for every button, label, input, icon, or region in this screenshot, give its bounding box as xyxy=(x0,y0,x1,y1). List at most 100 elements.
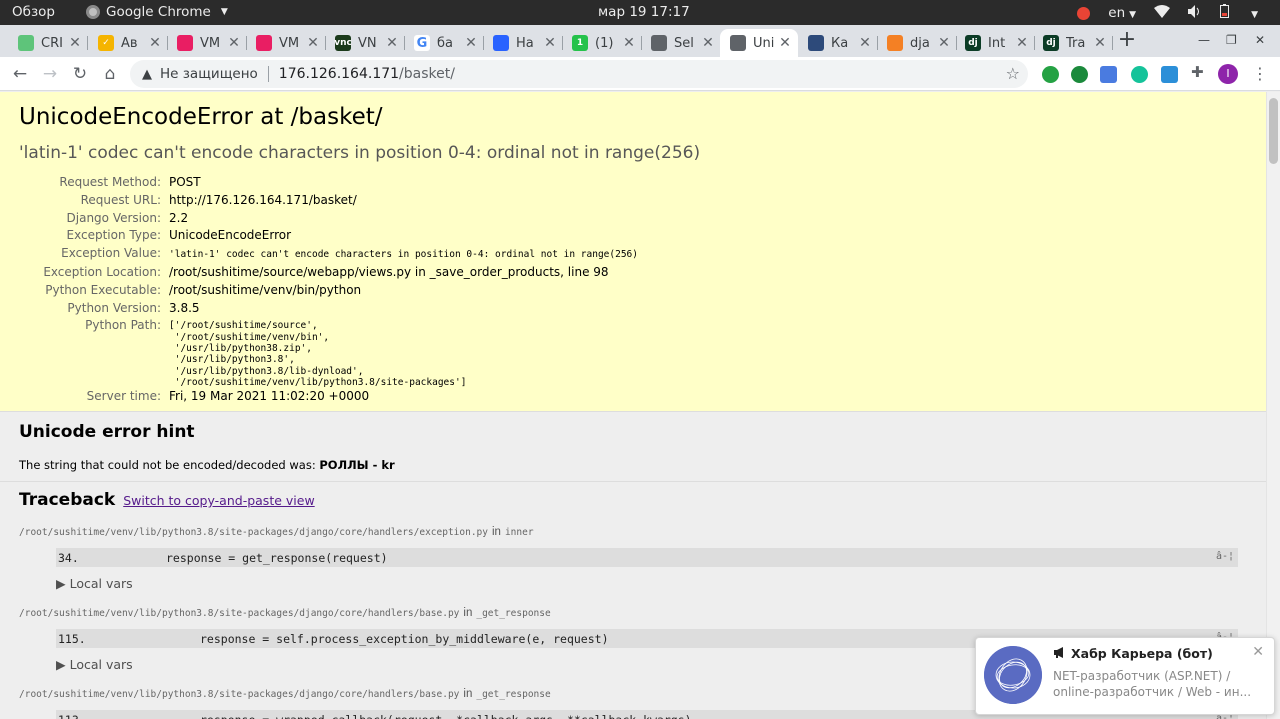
new-tab-button[interactable]: + xyxy=(1117,29,1137,51)
tab-title: CRI xyxy=(41,35,63,51)
close-icon[interactable]: ✕ xyxy=(68,35,82,51)
tab-favicon-icon xyxy=(730,35,746,51)
meta-value: 'latin-1' codec can't encode characters … xyxy=(169,249,638,261)
browser-tab[interactable]: Gба ✕ xyxy=(404,29,484,57)
meta-row: Python Path: ['/root/sushitime/source', '… xyxy=(19,317,638,388)
browser-tab[interactable]: VM ✕ xyxy=(246,29,326,57)
system-top-bar: Обзор Google Chrome ▼ мар 19 17:17 en ▼ ▼ xyxy=(0,0,1280,25)
traceback-title: Traceback xyxy=(19,490,116,510)
activities-button[interactable]: Обзор xyxy=(12,4,55,20)
system-tray[interactable]: en ▼ ▼ xyxy=(1077,4,1258,22)
tab-title: ба xyxy=(437,35,453,51)
browser-tab[interactable]: Uni ✕ xyxy=(720,29,798,57)
error-summary: UnicodeEncodeError at /basket/ 'latin-1'… xyxy=(0,92,1266,412)
translate-extension-icon[interactable] xyxy=(1100,66,1117,83)
browser-tab[interactable]: CRI ✕ xyxy=(8,29,88,57)
browser-tab[interactable]: dja ✕ xyxy=(877,29,957,57)
browser-tab[interactable]: VM ✕ xyxy=(167,29,247,57)
address-bar[interactable]: ▲ Не защищено 176.126.164.171/basket/ ☆ xyxy=(130,60,1028,88)
battery-icon[interactable] xyxy=(1220,4,1230,22)
browser-tab[interactable]: 1 (1) ✕ xyxy=(562,29,642,57)
tab-title: Int xyxy=(988,35,1006,51)
close-icon[interactable]: ✕ xyxy=(1015,35,1029,51)
close-icon[interactable]: ✕ xyxy=(543,35,557,51)
close-icon[interactable]: ✕ xyxy=(701,35,715,51)
grammarly-extension-icon[interactable] xyxy=(1131,66,1148,83)
url-host[interactable]: 176.126.164.171 xyxy=(279,66,399,82)
app-name: Google Chrome xyxy=(106,4,211,20)
tab-favicon-icon xyxy=(808,35,824,51)
bookmark-star-icon[interactable]: ☆ xyxy=(1006,64,1020,83)
close-icon[interactable]: ✕ xyxy=(622,35,636,51)
close-icon[interactable]: ✕ xyxy=(858,35,872,51)
browser-tab[interactable]: Sel ✕ xyxy=(641,29,721,57)
warning-icon[interactable]: ▲ xyxy=(142,67,152,82)
expand-context-icon[interactable]: â-¦ xyxy=(1216,551,1234,562)
chevron-down-icon: ▼ xyxy=(1251,10,1258,20)
tab-title: VM xyxy=(200,35,221,51)
chrome-menu-icon[interactable]: ⋮ xyxy=(1252,64,1268,83)
scrollbar-thumb[interactable] xyxy=(1269,98,1278,164)
frame-file-path: /root/sushitime/venv/lib/python3.8/site-… xyxy=(19,607,1247,619)
meta-value: /root/sushitime/source/webapp/views.py i… xyxy=(169,264,609,279)
browser-tab[interactable]: ✓ Ав ✕ xyxy=(88,29,168,57)
switch-to-copy-paste-link[interactable]: Switch to copy-and-paste view xyxy=(123,493,314,508)
security-label[interactable]: Не защищено xyxy=(160,66,258,82)
back-button[interactable]: ← xyxy=(9,63,31,85)
home-button[interactable]: ⌂ xyxy=(99,63,121,85)
tab-title: Tra xyxy=(1066,35,1086,51)
volume-icon[interactable] xyxy=(1188,4,1202,22)
close-window-button[interactable]: ✕ xyxy=(1255,33,1265,47)
meta-value: POST xyxy=(169,175,201,189)
meta-row: Exception Value: 'latin-1' codec can't en… xyxy=(19,245,638,264)
url-path[interactable]: /basket/ xyxy=(399,66,455,82)
close-icon[interactable]: ✕ xyxy=(227,35,241,51)
close-icon[interactable]: ✕ xyxy=(306,35,320,51)
code-context-line[interactable]: 34. response = get_response(request) â-¦ xyxy=(56,548,1238,567)
forward-button[interactable]: → xyxy=(39,63,61,85)
notification-line: NET-разработчик (ASP.NET) / xyxy=(1053,669,1231,683)
browser-tab[interactable]: dj Tra ✕ xyxy=(1033,29,1113,57)
page-scrollbar[interactable] xyxy=(1266,92,1280,719)
power-menu-icon[interactable]: ▼ xyxy=(1247,5,1258,21)
restore-button[interactable]: ❐ xyxy=(1226,33,1237,47)
screenshot-extension-icon[interactable] xyxy=(1161,66,1178,83)
language-indicator[interactable]: en ▼ xyxy=(1108,5,1136,21)
meta-row: Django Version: 2.2 xyxy=(19,210,638,228)
close-icon[interactable]: ✕ xyxy=(148,35,162,51)
reload-button[interactable]: ↻ xyxy=(69,63,91,85)
tab-favicon-icon: 1 xyxy=(572,35,588,51)
wifi-icon[interactable] xyxy=(1154,4,1171,22)
clock[interactable]: мар 19 17:17 xyxy=(598,4,690,20)
app-menu[interactable]: Google Chrome ▼ xyxy=(86,4,228,20)
tab-title: (1) xyxy=(595,35,614,51)
extensions-puzzle-icon[interactable]: ✚ xyxy=(1191,63,1208,81)
megaphone-icon xyxy=(1054,646,1066,661)
telegram-notification[interactable]: Хабр Карьера (бот) NET-разработчик (ASP.… xyxy=(975,637,1275,715)
browser-tab[interactable]: dj Int ✕ xyxy=(955,29,1035,57)
frame-in-label: in xyxy=(492,526,501,538)
close-icon[interactable]: ✕ xyxy=(778,35,792,51)
local-vars-toggle[interactable]: ▶ Local vars xyxy=(56,576,1247,591)
tab-favicon-icon xyxy=(256,35,272,51)
close-icon[interactable]: ✕ xyxy=(937,35,951,51)
tray-app-icon[interactable] xyxy=(1077,6,1091,20)
browser-toolbar: ← → ↻ ⌂ ▲ Не защищено 176.126.164.171/ba… xyxy=(0,57,1280,91)
browser-tab[interactable]: vnc VN ✕ xyxy=(325,29,405,57)
close-icon[interactable]: ✕ xyxy=(385,35,399,51)
close-icon[interactable]: ✕ xyxy=(1093,35,1107,51)
close-icon[interactable]: ✕ xyxy=(1252,644,1264,660)
profile-avatar[interactable]: I xyxy=(1218,64,1238,84)
meta-label: Python Executable: xyxy=(45,282,161,297)
browser-tab[interactable]: На ✕ xyxy=(483,29,563,57)
minimize-button[interactable]: — xyxy=(1198,33,1210,47)
tab-favicon-icon xyxy=(177,35,193,51)
meta-value: UnicodeEncodeError xyxy=(169,228,292,243)
utorrent-extension-icon[interactable] xyxy=(1071,66,1088,83)
tab-favicon-icon: dj xyxy=(965,35,981,51)
frame-in-label: in xyxy=(463,688,473,700)
browser-tab[interactable]: Ка ✕ xyxy=(798,29,878,57)
close-icon[interactable]: ✕ xyxy=(464,35,478,51)
whatsapp-extension-icon[interactable] xyxy=(1042,66,1059,83)
hint-heading: Unicode error hint xyxy=(19,422,195,442)
